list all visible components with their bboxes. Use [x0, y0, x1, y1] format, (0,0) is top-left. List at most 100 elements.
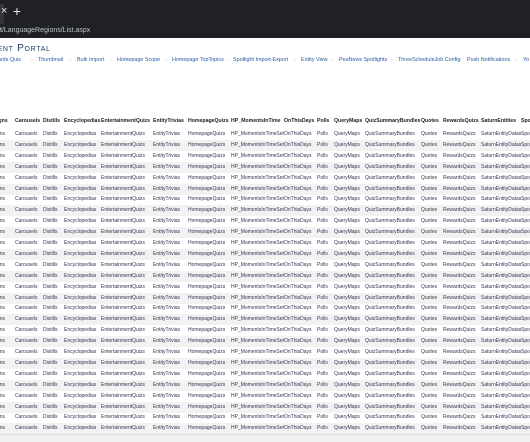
- nav-link[interactable]: Homepage Scope: [117, 55, 160, 65]
- table-cell: EntityTrivias: [153, 425, 181, 432]
- table-cell: RewardsQuizs: [443, 370, 476, 377]
- table-cell: gns: [0, 250, 6, 257]
- table-cell: RewardsQuizs: [443, 283, 476, 290]
- table-row[interactable]: gns Carousels Distills Encyclopedias Enterta…: [0, 379, 530, 391]
- table-row[interactable]: gns Carousels Distills Encyclopedias Enterta…: [0, 391, 530, 402]
- table-cell: HP_MomentsInTimeSet: [231, 316, 284, 323]
- table-row[interactable]: gns Carousels Distills Encyclopedias Enterta…: [0, 216, 530, 227]
- url-text[interactable]: t/LanguageRegions/List.aspx: [0, 25, 90, 36]
- table-cell: EntertainmentQuizs: [101, 240, 145, 246]
- column-header[interactable]: OnThisDays: [284, 115, 314, 127]
- table-row[interactable]: gns Carousels Distills Encyclopedias Enterta…: [0, 161, 530, 173]
- table-row[interactable]: gns Carousels Distills Encyclopedias Enterta…: [0, 194, 530, 205]
- nav-link[interactable]: Thumbnail: [38, 55, 63, 65]
- nav-link[interactable]: Push Notifications: [467, 55, 510, 65]
- table-row[interactable]: gns Carousels Distills Encyclopedias Enterta…: [0, 248, 530, 260]
- table-cell: Polls: [317, 403, 328, 410]
- column-header[interactable]: Quotes: [421, 115, 439, 127]
- table-cell: QueryMaps: [334, 414, 360, 421]
- table-cell: EntityTrivias: [153, 349, 181, 355]
- table-cell: Quotes: [421, 261, 438, 268]
- tab-close-icon[interactable]: ×: [1, 4, 7, 18]
- table-cell: QueryMaps: [334, 425, 360, 432]
- column-header[interactable]: Carousels: [15, 115, 40, 127]
- table-row[interactable]: gns Carousels Distills Encyclopedias Enterta…: [0, 129, 530, 140]
- nav-link[interactable]: Spotlight Import-Export: [233, 55, 288, 65]
- nav-link[interactable]: Entity View: [301, 55, 328, 65]
- column-header[interactable]: Encyclopedias: [64, 115, 100, 127]
- table-row[interactable]: gns Carousels Distills Encyclopedias Enterta…: [0, 205, 530, 217]
- table-cell: QueryMaps: [334, 392, 360, 399]
- table-cell: Spo: [521, 392, 530, 399]
- table-cell: gns: [0, 359, 6, 366]
- table-row[interactable]: gns Carousels Distills Encyclopedias Enterta…: [0, 151, 530, 162]
- table-cell: HomepageQuizs: [188, 163, 226, 170]
- horizontal-scrollbar[interactable]: [0, 434, 530, 442]
- column-header[interactable]: Polls: [317, 115, 329, 127]
- column-header[interactable]: RewardsQuizs: [443, 115, 479, 127]
- table-cell: RewardsQuizs: [443, 349, 476, 355]
- column-header[interactable]: Spo: [521, 115, 530, 127]
- column-header[interactable]: QuizSummaryBundles: [365, 115, 420, 127]
- top-nav-bar: wards QuizThumbnail·Bulk Import·Homepage…: [0, 55, 530, 67]
- table-row[interactable]: gns Carousels Distills Encyclopedias Enterta…: [0, 227, 530, 239]
- table-cell: SaturnEntityDatas: [481, 240, 522, 246]
- column-header[interactable]: EntertainmentQuizs: [101, 115, 150, 127]
- portal-title: ment Portal: [0, 43, 51, 54]
- nav-link[interactable]: wards Quiz: [0, 55, 21, 65]
- table-cell: Quotes: [421, 403, 438, 410]
- column-header[interactable]: igns: [0, 115, 8, 127]
- table-cell: Distills: [43, 141, 58, 148]
- table-cell: SaturnEntityDatas: [481, 229, 522, 236]
- table-cell: RewardsQuizs: [443, 152, 476, 159]
- column-header[interactable]: Distills: [43, 115, 60, 127]
- table-cell: QuizSummaryBundles: [365, 338, 415, 345]
- table-cell: Carousels: [15, 370, 38, 377]
- table-row[interactable]: gns Carousels Distills Encyclopedias Enterta…: [0, 238, 530, 249]
- table-cell: gns: [0, 370, 6, 377]
- table-row[interactable]: gns Carousels Distills Encyclopedias Enterta…: [0, 347, 530, 358]
- nav-link[interactable]: Yo: [523, 55, 529, 65]
- table-row[interactable]: gns Carousels Distills Encyclopedias Enterta…: [0, 282, 530, 293]
- new-tab-icon[interactable]: +: [10, 4, 24, 18]
- table-cell: QueryMaps: [334, 403, 360, 410]
- column-header[interactable]: SaturnEntities: [481, 115, 516, 127]
- table-row[interactable]: gns Carousels Distills Encyclopedias Enterta…: [0, 303, 530, 314]
- table-cell: Encyclopedias: [64, 141, 97, 148]
- table-row[interactable]: gns Carousels Distills Encyclopedias Enterta…: [0, 314, 530, 326]
- table-row[interactable]: gns Carousels Distills Encyclopedias Enterta…: [0, 173, 530, 184]
- table-row[interactable]: gns Carousels Distills Encyclopedias Enterta…: [0, 423, 530, 435]
- table-cell: QueryMaps: [334, 338, 360, 345]
- column-header[interactable]: QueryMaps: [334, 115, 362, 127]
- nav-link[interactable]: ThreeScheduleJob Config: [398, 55, 460, 65]
- table-cell: HP_MomentsInTimeSet: [231, 392, 284, 399]
- nav-link[interactable]: PeaNews Spotlights: [339, 55, 387, 65]
- table-cell: QueryMaps: [334, 163, 360, 170]
- table-row[interactable]: gns Carousels Distills Encyclopedias Enterta…: [0, 401, 530, 413]
- table-row[interactable]: gns Carousels Distills Encyclopedias Enterta…: [0, 357, 530, 369]
- table-cell: Encyclopedias: [64, 414, 97, 421]
- nav-link[interactable]: Homepage TopTopics: [172, 55, 224, 65]
- table-cell: Distills: [43, 250, 58, 257]
- table-row[interactable]: gns Carousels Distills Encyclopedias Enterta…: [0, 336, 530, 348]
- table-row[interactable]: gns Carousels Distills Encyclopedias Enterta…: [0, 292, 530, 304]
- table-cell: HP_MomentsInTimeSet: [231, 414, 284, 421]
- table-cell: HomepageQuizs: [188, 207, 226, 214]
- table-cell: EntertainmentQuizs: [101, 305, 145, 312]
- table-row[interactable]: gns Carousels Distills Encyclopedias Enterta…: [0, 270, 530, 282]
- table-cell: EntityTrivias: [153, 218, 181, 225]
- table-row[interactable]: gns Carousels Distills Encyclopedias Enterta…: [0, 260, 530, 271]
- column-header[interactable]: HP_MomentsInTime: [231, 115, 280, 127]
- table-cell: HomepageQuizs: [188, 381, 226, 388]
- nav-link[interactable]: Bulk Import: [77, 55, 104, 65]
- table-cell: QueryMaps: [334, 316, 360, 323]
- column-header[interactable]: HomepageQuizs: [188, 115, 229, 127]
- table-cell: Spo: [521, 305, 530, 312]
- table-row[interactable]: gns Carousels Distills Encyclopedias Enterta…: [0, 325, 530, 336]
- column-header[interactable]: EntityTrivias: [153, 115, 184, 127]
- table-cell: RewardsQuizs: [443, 250, 476, 257]
- table-row[interactable]: gns Carousels Distills Encyclopedias Enterta…: [0, 139, 530, 151]
- table-row[interactable]: gns Carousels Distills Encyclopedias Enterta…: [0, 412, 530, 423]
- table-row[interactable]: gns Carousels Distills Encyclopedias Enterta…: [0, 369, 530, 380]
- table-row[interactable]: gns Carousels Distills Encyclopedias Enterta…: [0, 183, 530, 195]
